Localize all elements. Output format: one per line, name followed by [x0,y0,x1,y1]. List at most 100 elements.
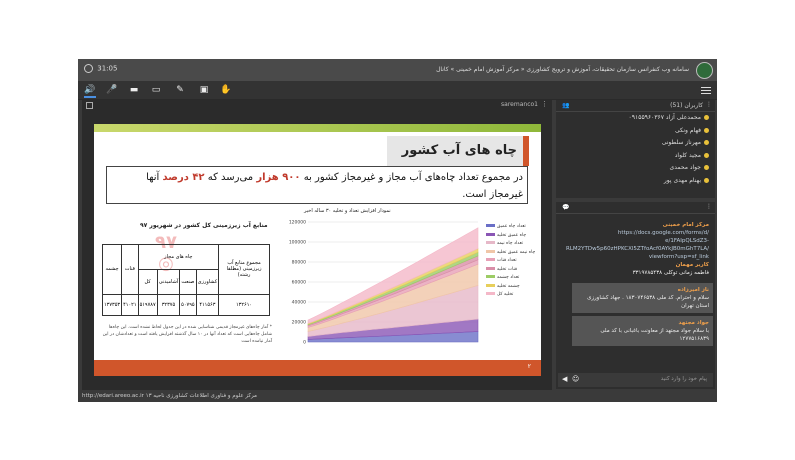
user-item[interactable]: محمدعلی آزاد ۰۹۱۵۵۹۶۰۳۶۷ [556,112,715,125]
users-options-icon[interactable]: ⋮ [706,101,712,108]
user-item[interactable]: جواد محمدی [556,162,715,175]
chat-options-icon[interactable]: ⋮ [706,203,712,210]
message-author: کاربر مهمان [675,262,709,268]
menu-icon[interactable] [701,85,711,96]
slide-top-bar [94,124,541,132]
message-text: سلام و احترام. کد ملی ۱۸۳۰۷۴۶۵۳۸ . جهاد … [587,295,709,309]
legend-label: تعداد قنات [497,258,517,263]
td-industry: ۵۰۷۹۵ [179,293,197,317]
y-tick-label: 80000 [292,260,306,266]
legend-item: تعداد چاه عمیق [486,224,538,233]
organization-logo [696,62,713,79]
slide-text-1: در مجموع تعداد چاه‌های آب مجاز و غیرمجاز… [303,172,523,183]
user-name: مجید کلواد [674,151,701,159]
emoji-icon[interactable]: ☺ [572,375,579,383]
legend-label: چاه نیمه عمیق تخلیه [497,249,536,255]
legend-swatch [486,292,495,295]
status-text: http://edari.areeo.ac.ir مرکز علوم و فنا… [82,393,257,399]
mic-off-icon[interactable]: 🎤 [106,84,118,96]
user-name: جواد محمدی [669,164,701,171]
message-author: جواد مجتهد [678,320,709,326]
legend-swatch [486,224,495,227]
slide-paragraph: در مجموع تعداد چاه‌های آب مجاز و غیرمجاز… [106,166,528,204]
y-tick-label: 20000 [292,320,306,326]
message-author: مرکز امام خمینی [662,222,709,228]
td-total: ۵۱۹۷۸۷ [137,293,158,317]
screen-share-icon[interactable]: ▭ [150,84,162,96]
legend-label: تعداد چشمه [497,275,520,280]
y-tick-label: 0 [303,340,306,346]
y-tick-label: 40000 [292,300,306,306]
speaker-icon[interactable]: 🔊 [84,84,96,98]
chat-icon: 💬 [562,204,570,211]
user-item[interactable]: مجید کلواد [556,150,715,163]
th-qanat: قنات [121,244,139,295]
chart-legend: تعداد چاه عمیق چاه عمیق تخلیه تعداد چاه نی… [486,224,538,301]
groundwater-table: چشمه قنات چاه های مجاز مجموع منابع آب زی… [101,244,270,317]
presenter-name: saremanco1 [501,101,538,108]
user-icon [704,127,709,133]
legend-item: تخلیه کل [486,292,538,301]
expand-icon[interactable] [86,102,93,109]
status-label: مرکز علوم و فناوری اطلاعات کشاورزی ناحیه… [145,393,258,399]
y-tick-label: 60000 [292,280,306,286]
send-icon[interactable]: ◀ [562,375,567,383]
slide-highlight-2: ۴۲ درصد [162,172,205,183]
user-name: مهرناز سلطونی [661,139,701,146]
chat-messages[interactable]: مرکز امام خمینی https://docs.google.com/… [558,215,713,371]
raise-hand-icon[interactable]: ✋ [220,84,232,96]
legend-label: تعداد چاه عمیق [497,224,526,229]
user-name: محمدعلی آزاد ۰۹۱۵۵۹۶۰۳۶۷ [628,114,701,121]
user-icon [704,165,709,170]
td-agri: ۴۱۱۵۶۳ [195,293,220,317]
legend-label: تخلیه کل [497,292,514,297]
y-tick-label: 100000 [289,240,306,246]
slide-page-number: ۲ [527,363,531,370]
title-bar: 31:05 سامانه وب کنفرانس سازمان تحقیقات، … [78,59,717,81]
user-item[interactable]: بهنام مهدی پور [556,175,715,188]
slide: چاه های آب کشور در مجموع تعداد چاه‌های آ… [94,124,541,376]
legend-swatch [486,283,495,287]
th-total: کل [137,268,158,295]
legend-swatch [486,232,495,236]
message-link[interactable]: https://docs.google.com/forms/d/ [562,229,709,237]
th-source: مجموع منابع آب زیرزمینی (مطلقا رشته) [218,244,270,295]
legend-swatch [486,241,495,244]
message-link[interactable]: e/1FAIpQLSdZ3- [562,237,709,245]
presentation-icon[interactable]: ▣ [198,84,210,96]
status-bar: http://edari.areeo.ac.ir مرکز علوم و فنا… [78,390,717,402]
legend-label: تعداد چاه نیمه [497,241,524,246]
legend-item: تعداد قنات [486,258,538,267]
stage-options-icon[interactable]: ⋮ [541,100,548,108]
slide-highlight-1: ۹۰۰ هزار [256,172,301,183]
legend-item: تعداد چاه نیمه [486,241,538,250]
table-note: * آمار چاه‌های غیرمجاز قدیمی شناسایی شده… [102,325,272,344]
user-item[interactable]: فهام ونکی [556,125,715,138]
camera-icon[interactable]: ▬ [128,84,140,96]
legend-swatch [486,249,495,253]
legend-item: چاه نیمه عمیق تخلیه [486,249,538,259]
area-chart: 120000 100000 80000 60000 40000 20000 0 [289,220,479,346]
status-url[interactable]: http://edari.areeo.ac.ir [82,393,144,399]
legend-swatch [486,266,495,270]
slide-text-2: می‌رسد که [207,172,254,183]
toolbar: 🔊 🎤 ▬ ▭ ✎ ▣ ✋ [78,81,717,100]
users-icon: 👥 [562,102,570,109]
slide-title: چاه های آب کشور [387,136,529,166]
users-panel: 👥 کاربران (51) ⋮ محمدعلی آزاد ۰۹۱۵۵۹۶۰۳۶… [556,100,715,198]
message-text: فاطمه زمانی توکلی ۳۳۱۹۷۸۵۴۳۸ [632,270,709,276]
chat-input[interactable]: ◀ ☺ پیام خود را وارد کنید [558,373,713,387]
stage-header: saremanco1 ⋮ [82,100,552,110]
timer-value: 31:05 [97,64,118,73]
th-wells: چاه های مجاز [137,244,220,270]
message-link[interactable]: RLM2YTDw5p60zHPKCXl5ZTfoAcf0AYkJB0mGhT7L… [562,245,709,253]
td-drink: ۳۲۳۷۵ [156,293,181,317]
chat-placeholder: پیام خود را وارد کنید [660,376,707,382]
users-header: 👥 کاربران (51) ⋮ [556,100,715,112]
user-item[interactable]: مهرناز سلطونی [556,137,715,150]
message-link[interactable]: viewform?usp=sf_link [562,253,709,261]
chat-message: ناز امیرزاده سلام و احترام. کد ملی ۱۸۳۰۷… [572,283,713,313]
pen-icon[interactable]: ✎ [174,84,186,96]
legend-label: قنات تخلیه [497,266,517,272]
user-icon [704,115,709,120]
